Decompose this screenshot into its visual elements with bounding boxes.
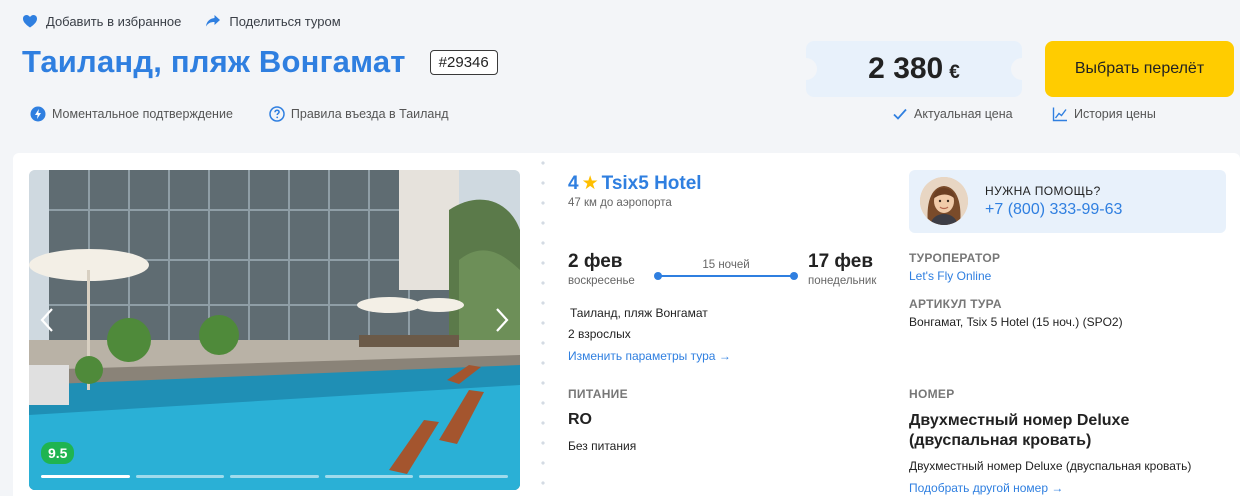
food-code: RO [568, 411, 592, 428]
tour-location: Таиланд, пляж Вонгамат [570, 306, 708, 320]
arrow-right-icon: → [1051, 481, 1064, 495]
date-from: 2 фев воскресенье [568, 251, 635, 287]
hotel-name: Tsix5 Hotel [601, 172, 702, 194]
lightning-icon [30, 106, 46, 122]
photo-dot[interactable] [419, 475, 508, 478]
airport-distance: 47 км до аэропорта [568, 197, 672, 209]
photo-dot[interactable] [41, 475, 130, 478]
share-button[interactable]: Поделиться туром [205, 13, 341, 29]
photo-prev-button[interactable] [33, 300, 61, 340]
room-desc: Двухместный номер Deluxe (двуспальная кр… [909, 459, 1192, 473]
operator-link[interactable]: Let's Fly Online [909, 269, 991, 283]
room-name: Двухместный номер Deluxe (двуспальная кр… [909, 412, 1130, 449]
photo-dot[interactable] [324, 475, 414, 478]
photo-dot[interactable] [135, 475, 225, 478]
photo-pagination [41, 475, 508, 478]
food-desc: Без питания [568, 439, 637, 453]
nights-duration: 15 ночей [654, 259, 798, 280]
rating-badge: 9.5 [41, 442, 75, 464]
choose-flight-button[interactable]: Выбрать перелёт [1045, 41, 1234, 97]
price: 2 380 € [868, 52, 960, 86]
share-label: Поделиться туром [229, 13, 341, 29]
card-divider [541, 153, 545, 496]
date-from-weekday: воскресенье [568, 275, 635, 287]
check-icon [893, 108, 907, 120]
entry-rules-label: Правила въезда в Таиланд [290, 107, 449, 121]
room-change-label: Подобрать другой номер [909, 481, 1049, 495]
actual-price-label: Актуальная цена [914, 107, 1013, 121]
tour-pax: 2 взрослых [568, 327, 631, 341]
heart-icon [23, 15, 37, 28]
room-change-link[interactable]: Подобрать другой номер → [909, 481, 1063, 495]
price-currency: € [949, 62, 960, 83]
date-to-value: 17 фев [808, 251, 874, 272]
help-title: НУЖНА ПОМОЩЬ? [985, 184, 1101, 198]
top-actions: Добавить в избранное Поделиться туром [22, 13, 341, 29]
hotel-photo-gallery[interactable]: 9.5 [29, 170, 520, 490]
entry-rules-link[interactable]: Правила въезда в Таиланд [269, 106, 449, 122]
article-value: Вонгамат, Tsix 5 Hotel (15 ноч.) (SPO2) [909, 315, 1123, 329]
hotel-name-link[interactable]: 4 ★ Tsix5 Hotel [568, 172, 702, 195]
chevron-right-icon [496, 308, 509, 332]
date-to: 17 фев понедельник [808, 251, 876, 287]
operator-label: ТУРОПЕРАТОР [909, 251, 1001, 265]
star-icon: ★ [581, 173, 599, 194]
article-label: АРТИКУЛ ТУРА [909, 297, 1002, 311]
change-params-link[interactable]: Изменить параметры тура → [568, 349, 731, 363]
price-history-label: История цены [1074, 107, 1156, 121]
chevron-left-icon [40, 308, 53, 332]
food-label: ПИТАНИЕ [568, 387, 628, 401]
hotel-stars: 4 [568, 172, 579, 194]
avatar [920, 177, 968, 225]
favorite-label: Добавить в избранное [46, 13, 182, 29]
price-amount: 2 380 [868, 52, 944, 85]
help-panel: НУЖНА ПОМОЩЬ? +7 (800) 333-99-63 [909, 170, 1226, 233]
price-history-link[interactable]: История цены [1052, 106, 1156, 122]
question-icon [269, 106, 285, 122]
actual-price: Актуальная цена [892, 106, 1013, 122]
date-from-value: 2 фев [568, 251, 623, 272]
page-title: Таиланд, пляж Вонгамат [22, 44, 406, 79]
tour-id-badge: #29346 [429, 49, 498, 75]
share-arrow-icon [206, 15, 221, 27]
help-phone-link[interactable]: +7 (800) 333-99-63 [985, 201, 1122, 219]
nights-label: 15 ночей [702, 259, 750, 271]
tour-card: 9.5 4 ★ Tsix5 Hotel 47 км до аэропорта 2… [13, 153, 1240, 496]
photo-next-button[interactable] [488, 300, 516, 340]
room-label: НОМЕР [909, 387, 955, 401]
favorite-button[interactable]: Добавить в избранное [22, 13, 181, 29]
arrow-right-icon: → [718, 349, 731, 363]
date-to-weekday: понедельник [808, 275, 877, 287]
manager-avatar-icon [920, 177, 968, 225]
hotel-pool-photo [29, 170, 520, 490]
info-row: Моментальное подтверждение Правила въезд… [30, 106, 449, 122]
chart-line-icon [1052, 107, 1067, 122]
price-box: 2 380 € [795, 41, 1033, 97]
photo-dot[interactable] [230, 475, 319, 478]
instant-confirmation: Моментальное подтверждение [30, 106, 233, 122]
instant-confirmation-label: Моментальное подтверждение [52, 107, 233, 121]
change-params-label: Изменить параметры тура [568, 349, 716, 363]
title-row: Таиланд, пляж Вонгамат #29346 [22, 44, 498, 80]
nights-line [654, 272, 798, 280]
